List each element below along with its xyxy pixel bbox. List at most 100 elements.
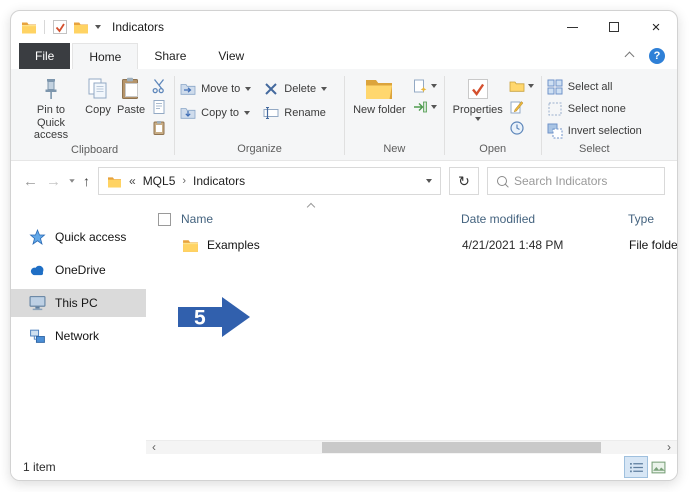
- computer-icon: [29, 295, 46, 311]
- status-bar: 1 item: [11, 454, 677, 480]
- move-to-label: Move to: [201, 83, 240, 95]
- edit-icon: [509, 99, 525, 115]
- pin-to-quick-access-button[interactable]: Pin to Quick access: [20, 73, 82, 142]
- organize-group: Move to Copy to: [177, 71, 342, 160]
- sidebar-item-label: This PC: [55, 296, 98, 310]
- new-group: New folder: [347, 71, 442, 160]
- close-button[interactable]: ×: [635, 11, 677, 43]
- paste-shortcut-icon[interactable]: [151, 120, 167, 136]
- rename-button[interactable]: Rename: [263, 105, 327, 121]
- recent-locations-chevron-icon[interactable]: [69, 179, 74, 183]
- scrollbar-thumb[interactable]: [322, 442, 601, 453]
- details-view-button[interactable]: [625, 457, 647, 477]
- select-all-button[interactable]: Select all: [547, 79, 642, 95]
- scroll-right-icon[interactable]: ›: [661, 441, 677, 454]
- scroll-left-icon[interactable]: ‹: [146, 441, 162, 454]
- star-icon: [29, 229, 46, 245]
- paste-label: Paste: [117, 104, 145, 117]
- delete-button[interactable]: Delete: [263, 81, 327, 97]
- search-input[interactable]: [514, 174, 655, 188]
- forward-button[interactable]: →: [46, 174, 61, 189]
- copy-to-button[interactable]: Copy to: [180, 105, 251, 121]
- pin-label: Pin to Quick access: [23, 104, 79, 142]
- column-headers: Name Date modified Type: [146, 201, 677, 231]
- sidebar-item-this-pc[interactable]: This PC: [11, 289, 146, 317]
- window-title: Indicators: [112, 20, 164, 34]
- horizontal-scrollbar[interactable]: ‹ ›: [146, 440, 677, 454]
- new-group-label: New: [350, 141, 439, 160]
- file-explorer-window: Indicators × File Home Share View ? Pin …: [10, 10, 678, 481]
- tab-file[interactable]: File: [19, 43, 70, 69]
- tab-view[interactable]: View: [202, 43, 260, 69]
- tab-home[interactable]: Home: [72, 43, 138, 69]
- open-button[interactable]: [509, 78, 534, 94]
- qat-properties-icon[interactable]: [52, 19, 68, 35]
- copy-button[interactable]: Copy: [82, 73, 114, 117]
- easy-access-dropdown-icon: [431, 105, 437, 109]
- collapse-ribbon-icon[interactable]: [625, 51, 635, 61]
- column-header-name[interactable]: Name: [181, 212, 213, 226]
- easy-access-button[interactable]: [412, 99, 437, 115]
- tab-share[interactable]: Share: [138, 43, 202, 69]
- new-folder-button[interactable]: New folder: [350, 73, 409, 117]
- large-icons-view-button[interactable]: [647, 457, 669, 477]
- delete-label: Delete: [284, 83, 316, 95]
- history-button[interactable]: [509, 120, 534, 136]
- refresh-button[interactable]: ↻: [449, 167, 479, 195]
- column-header-type[interactable]: Type: [628, 212, 654, 226]
- up-button[interactable]: ↑: [83, 174, 90, 188]
- breadcrumb-collapsed[interactable]: «: [129, 174, 136, 188]
- move-to-dropdown-icon: [245, 87, 251, 91]
- cut-icon[interactable]: [151, 78, 167, 94]
- select-all-checkbox[interactable]: [158, 213, 171, 226]
- copy-path-icon[interactable]: [151, 99, 167, 115]
- titlebar-separator: [44, 20, 45, 34]
- explorer-app-icon: [21, 19, 37, 35]
- file-name[interactable]: Examples: [207, 238, 260, 252]
- navigation-pane: Quick access OneDrive This PC Network: [11, 201, 146, 454]
- column-header-date-modified[interactable]: Date modified: [461, 212, 535, 226]
- paste-button[interactable]: Paste: [114, 73, 148, 117]
- file-row[interactable]: Examples 4/21/2021 1:48 PM File folder: [146, 231, 677, 259]
- maximize-button[interactable]: [593, 11, 635, 43]
- address-dropdown-icon[interactable]: [426, 179, 432, 183]
- minimize-button[interactable]: [551, 11, 593, 43]
- rename-label: Rename: [284, 107, 326, 119]
- select-all-icon: [547, 79, 563, 95]
- address-bar[interactable]: « MQL5 › Indicators: [98, 167, 441, 195]
- properties-button[interactable]: Properties: [450, 73, 506, 121]
- select-none-icon: [547, 101, 563, 117]
- select-all-label: Select all: [568, 81, 613, 93]
- back-button[interactable]: ←: [23, 174, 38, 189]
- group-divider: [541, 76, 542, 155]
- scrollbar-track[interactable]: [162, 441, 661, 454]
- new-folder-label: New folder: [353, 104, 406, 117]
- search-icon: [497, 176, 507, 186]
- sort-ascending-icon[interactable]: [307, 203, 315, 211]
- sidebar-item-label: Quick access: [55, 230, 126, 244]
- file-type: File folder: [629, 238, 677, 252]
- help-icon[interactable]: ?: [649, 48, 665, 64]
- properties-icon: [465, 76, 491, 102]
- new-item-dropdown-icon: [431, 84, 437, 88]
- sidebar-item-network[interactable]: Network: [11, 322, 146, 350]
- move-to-button[interactable]: Move to: [180, 81, 251, 97]
- organize-group-label: Organize: [180, 141, 339, 160]
- search-box[interactable]: [487, 167, 665, 195]
- minimize-icon: [567, 27, 578, 28]
- file-date-modified: 4/21/2021 1:48 PM: [462, 238, 629, 252]
- titlebar: Indicators ×: [11, 11, 677, 43]
- address-toolbar: ← → ↑ « MQL5 › Indicators ↻: [11, 161, 677, 201]
- new-item-button[interactable]: [412, 78, 437, 94]
- open-group: Properties: [447, 71, 539, 160]
- breadcrumb-mql5[interactable]: MQL5: [143, 174, 176, 188]
- select-none-button[interactable]: Select none: [547, 101, 642, 117]
- invert-selection-icon: [547, 123, 563, 139]
- sidebar-item-quick-access[interactable]: Quick access: [11, 223, 146, 251]
- breadcrumb-indicators[interactable]: Indicators: [193, 174, 245, 188]
- sidebar-item-onedrive[interactable]: OneDrive: [11, 256, 146, 284]
- qat-new-folder-icon[interactable]: [73, 19, 89, 35]
- edit-button[interactable]: [509, 99, 534, 115]
- invert-selection-button[interactable]: Invert selection: [547, 123, 642, 139]
- qat-customize-chevron-icon[interactable]: [95, 25, 101, 29]
